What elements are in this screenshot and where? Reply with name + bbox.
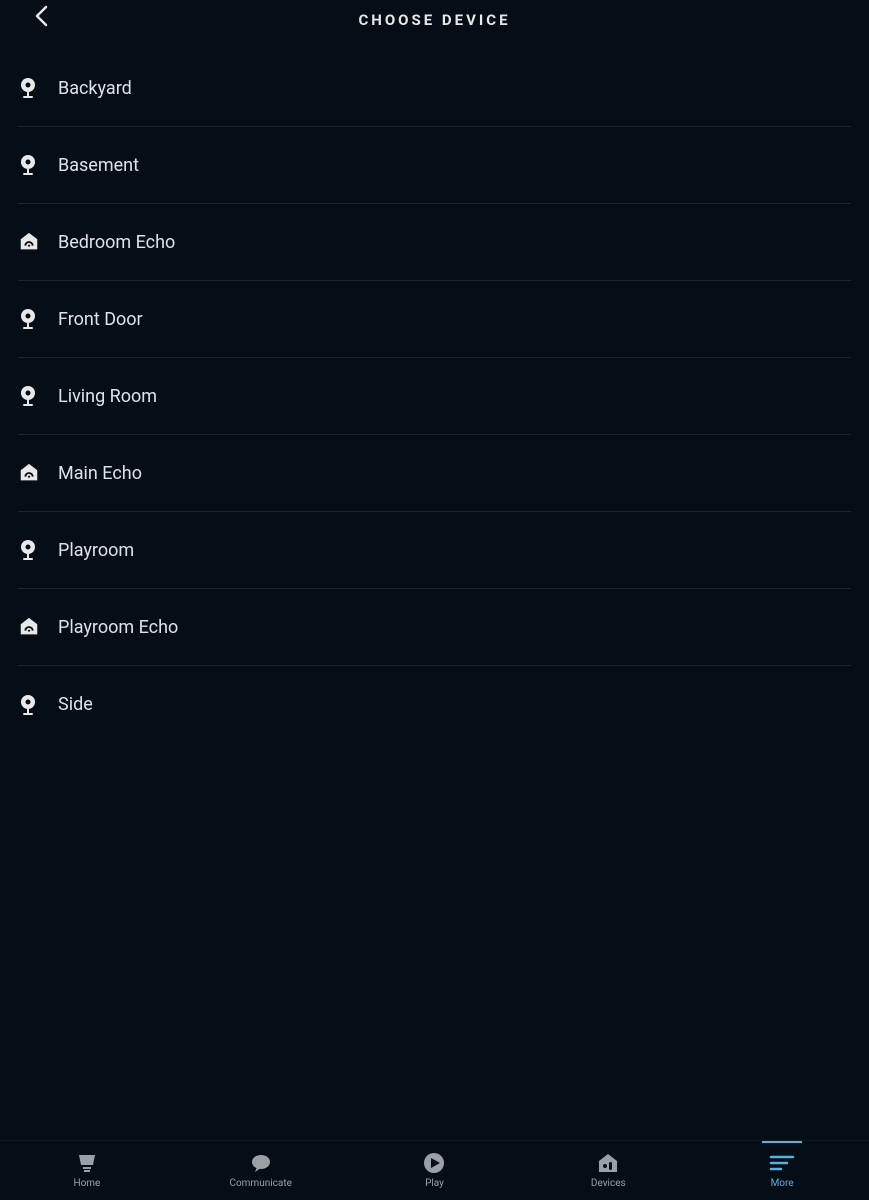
tab-more[interactable]: More: [695, 1141, 869, 1200]
device-item-label: Playroom: [58, 540, 134, 561]
device-item-label: Living Room: [58, 386, 157, 407]
tab-home[interactable]: Home: [0, 1141, 174, 1200]
device-item-label: Side: [58, 694, 93, 715]
device-item[interactable]: Basement: [18, 127, 851, 204]
device-item[interactable]: Playroom Echo: [18, 589, 851, 666]
back-button[interactable]: [28, 2, 56, 30]
device-item-label: Backyard: [58, 78, 132, 99]
tab-label: Home: [73, 1178, 100, 1189]
header: CHOOSE DEVICE: [0, 0, 869, 40]
device-item[interactable]: Side: [18, 666, 851, 743]
tab-bar: Home Communicate Play Devices More: [0, 1140, 869, 1200]
tab-label: Devices: [591, 1178, 626, 1189]
camera-device-icon: [18, 154, 58, 176]
tab-communicate[interactable]: Communicate: [174, 1141, 348, 1200]
device-item[interactable]: Backyard: [18, 50, 851, 127]
device-item[interactable]: Main Echo: [18, 435, 851, 512]
more-icon: [769, 1152, 795, 1174]
tab-label: More: [771, 1178, 794, 1189]
chevron-left-icon: [33, 5, 51, 27]
echo-device-icon: [18, 231, 58, 253]
device-item-label: Basement: [58, 155, 139, 176]
tab-label: Play: [425, 1178, 444, 1189]
device-item[interactable]: Bedroom Echo: [18, 204, 851, 281]
device-item[interactable]: Playroom: [18, 512, 851, 589]
communicate-icon: [250, 1152, 272, 1174]
devices-icon: [597, 1152, 619, 1174]
device-list: Backyard Basement Bedroom Echo Front Door Li…: [0, 50, 869, 1140]
tab-devices[interactable]: Devices: [521, 1141, 695, 1200]
play-icon: [423, 1152, 445, 1174]
device-item-label: Bedroom Echo: [58, 232, 175, 253]
tab-label: Communicate: [229, 1178, 291, 1189]
device-item-label: Front Door: [58, 309, 143, 330]
page-title: CHOOSE DEVICE: [358, 11, 510, 29]
device-item[interactable]: Living Room: [18, 358, 851, 435]
home-icon: [76, 1152, 98, 1174]
device-item-label: Playroom Echo: [58, 617, 178, 638]
camera-device-icon: [18, 694, 58, 716]
camera-device-icon: [18, 308, 58, 330]
camera-device-icon: [18, 539, 58, 561]
camera-device-icon: [18, 77, 58, 99]
camera-device-icon: [18, 385, 58, 407]
device-item-label: Main Echo: [58, 463, 142, 484]
echo-device-icon: [18, 462, 58, 484]
tab-play[interactable]: Play: [348, 1141, 522, 1200]
device-item[interactable]: Front Door: [18, 281, 851, 358]
echo-device-icon: [18, 616, 58, 638]
